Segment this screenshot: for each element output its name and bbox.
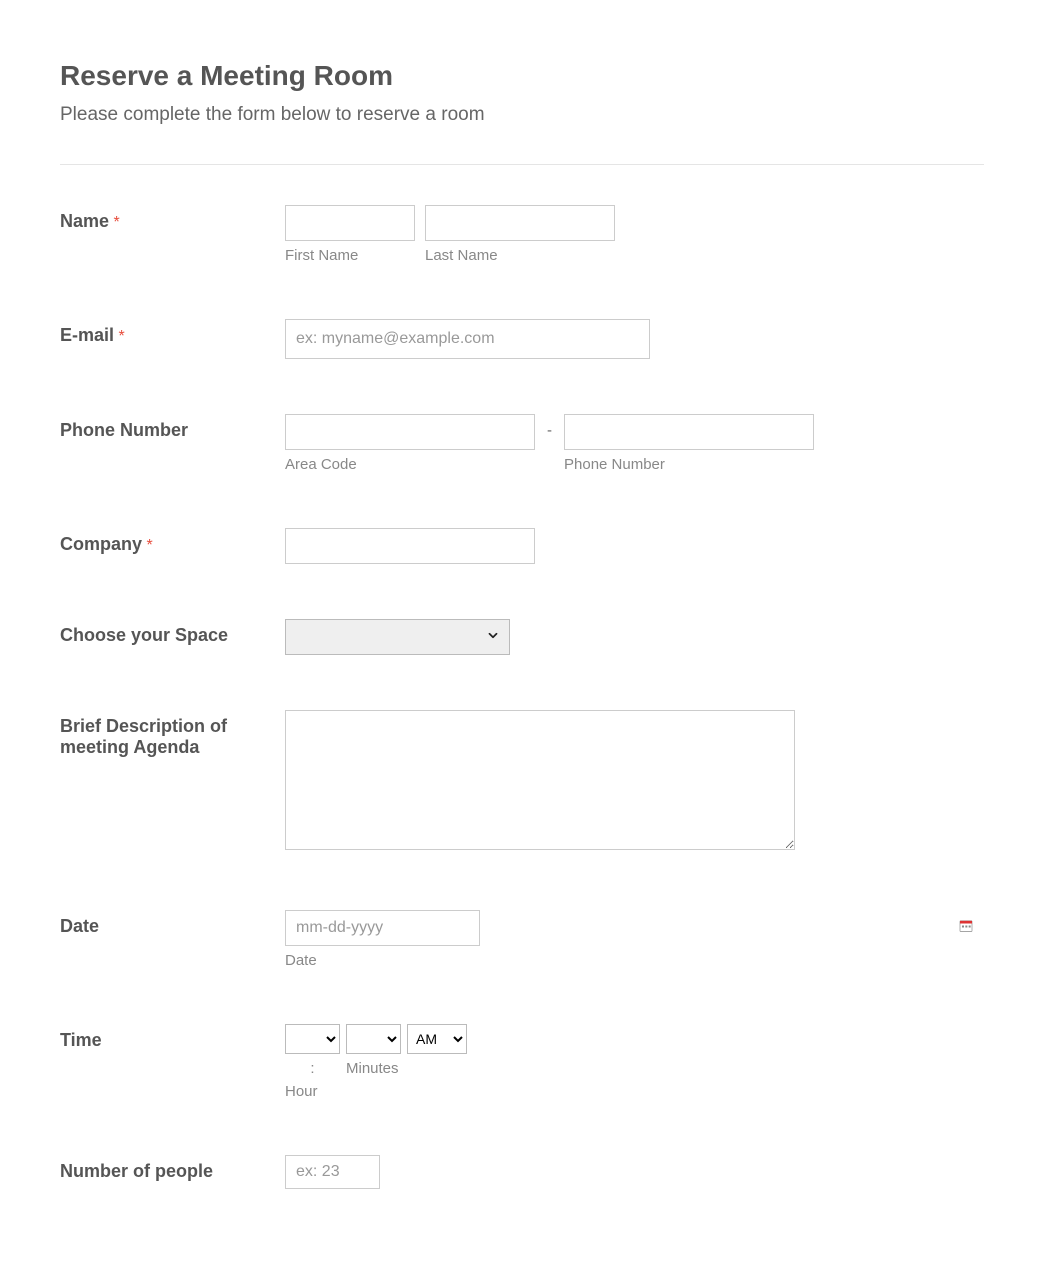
email-label: E-mail (60, 325, 114, 345)
first-name-input[interactable] (285, 205, 415, 241)
area-code-input[interactable] (285, 414, 535, 450)
page-title: Reserve a Meeting Room (60, 60, 984, 92)
agenda-textarea[interactable] (285, 710, 795, 850)
area-code-sublabel: Area Code (285, 456, 535, 473)
name-label: Name (60, 211, 109, 231)
phone-label: Phone Number (60, 420, 188, 440)
required-asterisk: * (118, 328, 124, 345)
hour-select[interactable] (285, 1024, 340, 1054)
last-name-input[interactable] (425, 205, 615, 241)
space-row: Choose your Space (60, 619, 984, 655)
space-select[interactable] (285, 619, 510, 655)
email-row: E-mail * (60, 319, 984, 359)
divider (60, 164, 984, 165)
time-row: Time : Hour Minutes AM (60, 1024, 984, 1100)
time-label: Time (60, 1030, 102, 1050)
hour-sublabel: Hour (285, 1083, 340, 1100)
page-subtitle: Please complete the form below to reserv… (60, 104, 984, 126)
first-name-sublabel: First Name (285, 247, 415, 264)
phone-number-sublabel: Phone Number (564, 456, 814, 473)
name-row: Name * First Name Last Name (60, 205, 984, 264)
company-label: Company (60, 534, 142, 554)
people-input[interactable] (285, 1155, 380, 1189)
phone-dash: - (545, 414, 554, 439)
date-input[interactable] (285, 910, 480, 946)
phone-row: Phone Number Area Code - Phone Number (60, 414, 984, 473)
people-row: Number of people (60, 1155, 984, 1189)
date-sublabel: Date (285, 952, 984, 969)
required-asterisk: * (146, 537, 152, 554)
minutes-select[interactable] (346, 1024, 401, 1054)
space-label: Choose your Space (60, 625, 228, 645)
agenda-row: Brief Description of meeting Agenda (60, 710, 984, 855)
agenda-label: Brief Description of meeting Agenda (60, 716, 227, 757)
required-asterisk: * (113, 214, 119, 231)
date-label: Date (60, 916, 99, 936)
company-input[interactable] (285, 528, 535, 564)
date-row: Date Date (60, 910, 984, 969)
ampm-select[interactable]: AM (407, 1024, 467, 1054)
email-input[interactable] (285, 319, 650, 359)
company-row: Company * (60, 528, 984, 564)
calendar-icon (958, 918, 974, 939)
people-label: Number of people (60, 1161, 213, 1181)
phone-number-input[interactable] (564, 414, 814, 450)
last-name-sublabel: Last Name (425, 247, 615, 264)
minutes-sublabel: Minutes (346, 1060, 401, 1077)
time-colon: : (285, 1060, 340, 1077)
